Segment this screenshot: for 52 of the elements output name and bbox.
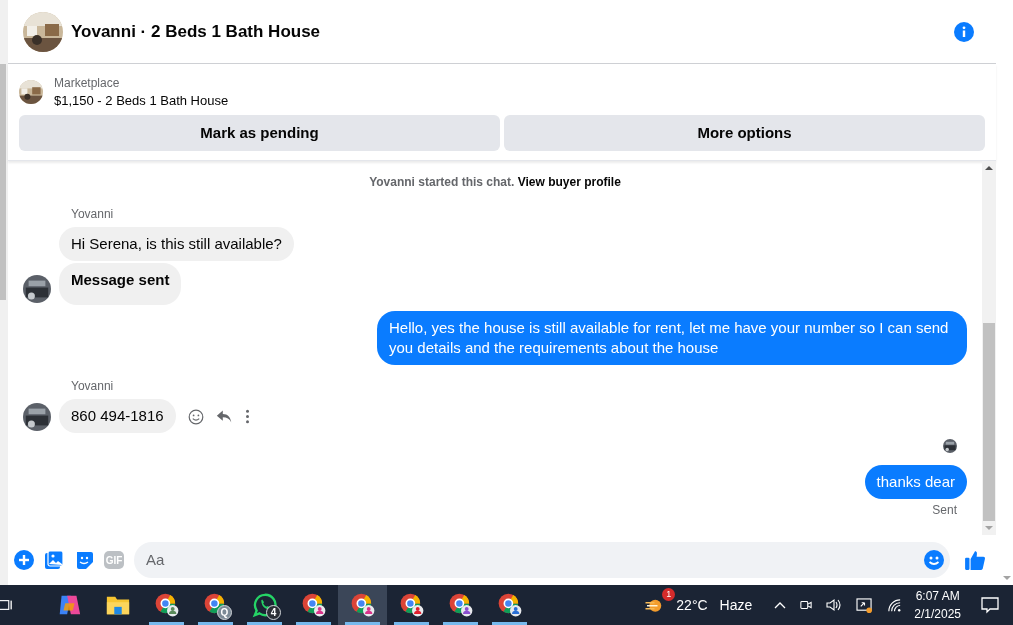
chat-notice: Yovanni started this chat. View buyer profile — [368, 174, 622, 191]
chrome-icon[interactable] — [153, 592, 180, 618]
taskbar-app[interactable]: Q — [191, 585, 240, 625]
clock-date: 2/1/2025 — [914, 606, 961, 623]
notification-badge: 1 — [662, 588, 676, 601]
taskbar-app[interactable] — [338, 585, 387, 625]
view-profile-link[interactable]: View buyer profile — [517, 175, 621, 189]
display-icon[interactable] — [856, 597, 874, 613]
info-icon[interactable] — [954, 21, 974, 42]
message-input[interactable]: Aa — [146, 548, 924, 572]
page-scrollbar[interactable] — [0, 0, 8, 585]
clock-time: 6:07 AM — [915, 588, 960, 605]
chevron-up-icon[interactable] — [774, 601, 787, 609]
message-bubble: thanks dear — [864, 465, 967, 499]
chat-title: Yovanni · 2 Beds 1 Bath House — [71, 20, 321, 43]
camera-icon[interactable] — [800, 598, 813, 612]
like-icon[interactable] — [964, 549, 986, 571]
chat-scrollbar[interactable] — [982, 161, 996, 535]
sender-name: Yovanni — [71, 378, 115, 395]
add-icon[interactable] — [14, 550, 34, 570]
weather-condition[interactable]: Haze — [719, 594, 753, 616]
volume-icon[interactable] — [826, 598, 843, 612]
message-bubble: Message sent — [59, 263, 182, 305]
message-field[interactable]: Aa — [134, 542, 950, 578]
sticker-icon[interactable] — [74, 550, 94, 570]
clock[interactable]: 6:07 AM 2/1/2025 — [914, 587, 961, 623]
notification-badge: 4 — [266, 605, 281, 620]
weather-temperature[interactable]: 22°C — [676, 594, 708, 616]
listing-title[interactable]: $1,150 - 2 Beds 1 Bath House — [54, 92, 229, 110]
message-bubble: Hello, yes the house is still available for rent, let me have your number so I can send you details and the requirements about the house — [377, 311, 967, 365]
chrome-icon[interactable] — [447, 592, 474, 618]
notification-badge: Q — [217, 605, 232, 620]
emoji-icon[interactable] — [924, 550, 944, 570]
message-status: Sent — [932, 502, 957, 519]
emoji-icon[interactable] — [187, 408, 204, 425]
more-icon[interactable] — [244, 409, 250, 424]
image-icon[interactable] — [44, 550, 64, 570]
message-bubble: 860 494-1816 — [59, 399, 176, 433]
wifi-icon[interactable] — [887, 597, 903, 613]
chrome-icon[interactable] — [349, 592, 376, 618]
scroll-up-icon[interactable] — [985, 165, 993, 171]
chrome-icon[interactable] — [398, 592, 425, 618]
chrome-icon[interactable] — [496, 592, 523, 618]
listing-action-button[interactable]: Mark as pending — [19, 115, 500, 151]
sender-name: Yovanni — [71, 206, 115, 223]
listing-source: Marketplace — [54, 75, 121, 92]
taskbar-app[interactable]: 4 — [240, 585, 289, 625]
chrome-icon[interactable] — [300, 592, 327, 618]
listing-action-button[interactable]: More options — [504, 115, 985, 151]
message-bubble: Hi Serena, is this still available? — [59, 227, 294, 261]
task-view-icon[interactable] — [0, 598, 14, 612]
notifications-icon[interactable] — [981, 596, 999, 614]
